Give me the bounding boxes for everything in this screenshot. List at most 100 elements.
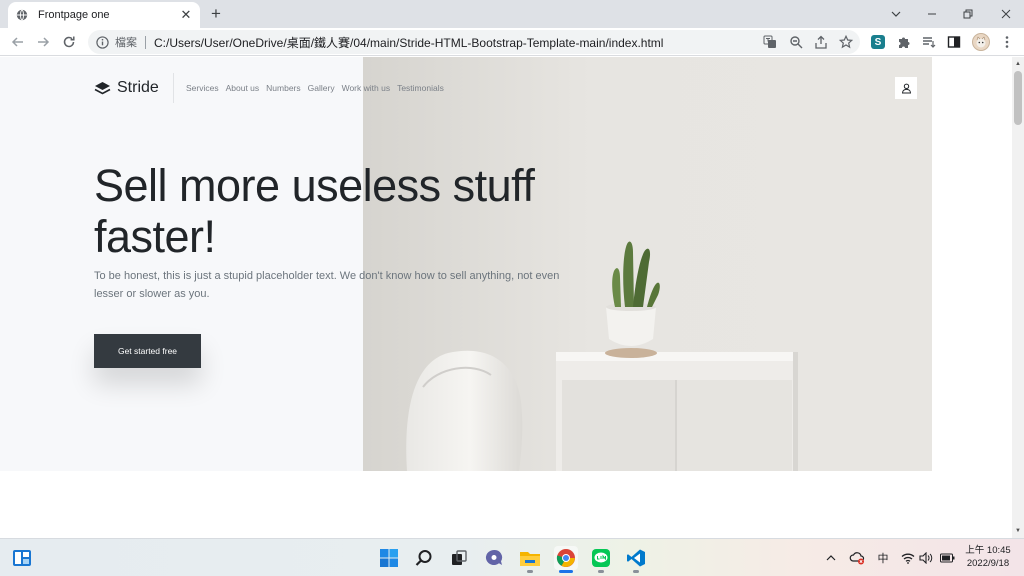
- minimize-icon: [928, 13, 936, 15]
- page-scrollbar[interactable]: ▲ ▼: [1012, 57, 1024, 538]
- info-icon[interactable]: [96, 35, 109, 49]
- windows-logo-icon: [380, 549, 398, 567]
- wifi-icon: [901, 553, 915, 564]
- hero-image: [363, 57, 932, 471]
- scroll-down-arrow-icon[interactable]: ▼: [1012, 525, 1024, 537]
- more-vertical-icon: [1005, 36, 1009, 48]
- file-explorer-button[interactable]: [518, 546, 542, 573]
- running-indicator: [527, 570, 533, 573]
- cloud-error-icon: [849, 552, 865, 565]
- input-method-indicator[interactable]: 中: [875, 549, 891, 567]
- user-account-button[interactable]: [895, 77, 917, 99]
- user-icon: [901, 83, 911, 93]
- nav-numbers[interactable]: Numbers: [266, 83, 300, 93]
- hero-background: [0, 57, 363, 471]
- url-scheme-label: 檔案: [115, 37, 137, 49]
- extension-s-icon[interactable]: S: [871, 35, 885, 49]
- teams-chat-button[interactable]: [482, 546, 506, 570]
- chat-icon: [485, 549, 503, 565]
- scroll-thumb[interactable]: [1014, 71, 1022, 125]
- restore-icon: [963, 9, 973, 19]
- hero-subtext: To be honest, this is just a stupid plac…: [94, 270, 560, 300]
- brand-name: Stride: [117, 79, 159, 96]
- onedrive-status[interactable]: [848, 549, 866, 567]
- back-button[interactable]: [8, 32, 28, 52]
- layers-logo-icon: [94, 81, 111, 94]
- show-hidden-icons-button[interactable]: [824, 549, 838, 567]
- reload-icon: [63, 36, 75, 48]
- reload-button[interactable]: [59, 32, 79, 52]
- next-section: [0, 471, 1012, 538]
- browser-tab[interactable]: Frontpage one ✕: [8, 2, 200, 28]
- address-bar[interactable]: 檔案 C:/Users/User/OneDrive/桌面/鐵人賽/04/main…: [88, 30, 860, 54]
- vscode-icon: [627, 549, 645, 567]
- start-button[interactable]: [377, 546, 401, 570]
- browser-toolbar: 檔案 C:/Users/User/OneDrive/桌面/鐵人賽/04/main…: [0, 28, 1024, 56]
- volume-status[interactable]: [918, 549, 934, 567]
- globe-icon: [16, 9, 28, 21]
- task-view-icon: [452, 550, 467, 565]
- screen: Frontpage one ✕ + 檔案 C:/Users/User/OneDr…: [0, 0, 1024, 576]
- battery-status[interactable]: [938, 549, 956, 567]
- translate-icon[interactable]: [762, 34, 778, 50]
- nav-divider: [173, 73, 174, 103]
- tab-search-button[interactable]: [878, 0, 914, 28]
- zoom-icon[interactable]: [788, 34, 804, 50]
- forward-button[interactable]: [33, 32, 53, 52]
- speaker-icon: [919, 552, 933, 564]
- minimize-button[interactable]: [914, 0, 950, 28]
- main-nav: Services About us Numbers Gallery Work w…: [186, 83, 451, 93]
- tab-title: Frontpage one: [38, 9, 110, 21]
- task-view-button[interactable]: [447, 546, 471, 570]
- nav-testimonials[interactable]: Testimonials: [397, 83, 444, 93]
- wifi-status[interactable]: [900, 549, 916, 567]
- browser-menu-button[interactable]: [998, 33, 1016, 51]
- active-indicator: [559, 570, 573, 573]
- reading-list-icon[interactable]: [920, 33, 938, 51]
- get-started-button[interactable]: Get started free: [94, 334, 201, 368]
- line-icon: [592, 549, 610, 567]
- line-app-button[interactable]: [589, 546, 613, 573]
- profile-avatar[interactable]: [972, 33, 990, 51]
- browser-tab-strip: Frontpage one ✕ +: [0, 0, 1024, 28]
- nav-about-us[interactable]: About us: [226, 83, 260, 93]
- running-indicator: [633, 570, 639, 573]
- vscode-button[interactable]: [624, 546, 648, 573]
- battery-icon: [939, 553, 954, 563]
- bookmark-star-icon[interactable]: [838, 34, 854, 50]
- new-tab-button[interactable]: +: [206, 4, 226, 24]
- close-icon: [1001, 9, 1011, 19]
- chair-and-cabinet-illustration: [363, 57, 932, 471]
- scroll-up-arrow-icon[interactable]: ▲: [1012, 58, 1024, 70]
- close-window-button[interactable]: [988, 0, 1024, 28]
- nav-services[interactable]: Services: [186, 83, 219, 93]
- nav-work-with-us[interactable]: Work with us: [342, 83, 391, 93]
- share-icon[interactable]: [813, 34, 829, 50]
- side-panel-icon[interactable]: [945, 33, 963, 51]
- clock-date: 2022/9/18: [966, 558, 1010, 569]
- page-viewport: Stride Services About us Numbers Gallery…: [0, 57, 1012, 538]
- extensions-puzzle-icon[interactable]: [895, 33, 913, 51]
- chrome-icon: [556, 549, 575, 567]
- widgets-button[interactable]: [10, 546, 34, 570]
- widgets-icon: [13, 550, 31, 566]
- url-text[interactable]: C:/Users/User/OneDrive/桌面/鐵人賽/04/main/St…: [154, 34, 663, 51]
- nav-gallery[interactable]: Gallery: [308, 83, 335, 93]
- windows-taskbar: 中 上午 10:45 2022/9/18: [0, 538, 1024, 576]
- url-divider: [145, 35, 146, 49]
- arrow-left-icon: [11, 37, 23, 47]
- close-tab-icon[interactable]: ✕: [180, 7, 192, 22]
- clock-time: 上午 10:45: [965, 545, 1011, 556]
- restore-button[interactable]: [950, 0, 986, 28]
- chrome-taskbar-button[interactable]: [554, 546, 578, 573]
- folder-icon: [520, 552, 540, 566]
- search-icon: [415, 550, 432, 566]
- running-indicator: [598, 570, 604, 573]
- cat-avatar-icon: [976, 36, 986, 48]
- chevron-up-icon: [826, 555, 836, 561]
- arrow-right-icon: [38, 37, 50, 47]
- search-button[interactable]: [412, 546, 436, 570]
- chevron-down-icon: [891, 11, 901, 17]
- brand-link[interactable]: Stride: [94, 78, 159, 98]
- system-clock[interactable]: 上午 10:45 2022/9/18: [962, 544, 1014, 570]
